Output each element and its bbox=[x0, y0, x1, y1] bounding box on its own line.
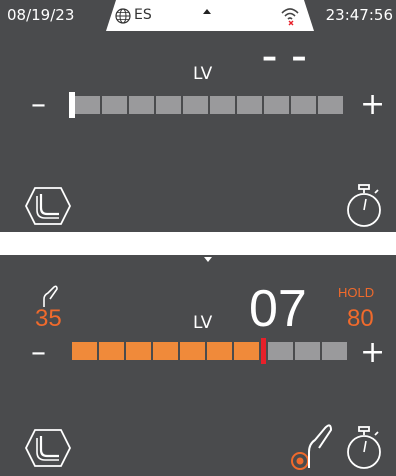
level-segment bbox=[75, 96, 100, 114]
level-segment bbox=[234, 342, 259, 360]
seat-recline-icon[interactable] bbox=[23, 426, 73, 470]
level-value: 07 bbox=[249, 280, 307, 338]
active-screen: 35 LV 07 HOLD 80 – + bbox=[0, 255, 396, 476]
level-label: LV bbox=[193, 64, 213, 84]
level-segment bbox=[126, 342, 151, 360]
stopwatch-icon[interactable] bbox=[344, 183, 384, 229]
increase-button[interactable]: + bbox=[360, 338, 385, 368]
level-segment bbox=[291, 96, 316, 114]
level-segment bbox=[268, 342, 293, 360]
level-segment bbox=[207, 342, 232, 360]
left-value: 35 bbox=[35, 305, 62, 332]
idle-screen: 08/19/23 ES 23:47:56 LV – – – + bbox=[0, 0, 396, 232]
level-bar[interactable] bbox=[72, 338, 347, 364]
level-segment bbox=[156, 96, 181, 114]
level-segment bbox=[99, 342, 124, 360]
level-segment bbox=[264, 96, 289, 114]
hold-label: HOLD bbox=[338, 285, 375, 300]
level-segment bbox=[72, 342, 97, 360]
decrease-button[interactable]: – bbox=[31, 338, 46, 368]
target-probe-icon[interactable] bbox=[287, 422, 335, 472]
globe-icon[interactable] bbox=[115, 8, 131, 24]
status-notch-right bbox=[304, 0, 314, 31]
stopwatch-icon[interactable] bbox=[344, 425, 384, 471]
seat-recline-icon[interactable] bbox=[23, 184, 73, 228]
increase-button[interactable]: + bbox=[360, 90, 385, 120]
level-segment bbox=[210, 96, 235, 114]
decrease-button[interactable]: – bbox=[31, 90, 46, 120]
level-segment bbox=[237, 96, 262, 114]
level-indicator bbox=[261, 338, 266, 364]
hold-value: 80 bbox=[347, 305, 374, 332]
language-label[interactable]: ES bbox=[134, 6, 152, 24]
status-date: 08/19/23 bbox=[0, 0, 106, 31]
level-value: – – bbox=[262, 40, 309, 75]
level-segment bbox=[102, 96, 127, 114]
level-segment bbox=[318, 96, 343, 114]
caret-up-icon[interactable] bbox=[203, 9, 211, 14]
level-label: LV bbox=[193, 313, 213, 333]
caret-down-icon[interactable] bbox=[204, 257, 212, 262]
status-time: 23:47:56 bbox=[314, 0, 396, 31]
level-segment bbox=[183, 96, 208, 114]
level-segment bbox=[129, 96, 154, 114]
wifi-off-icon bbox=[281, 8, 299, 26]
level-bar[interactable] bbox=[75, 96, 343, 114]
status-bar: 08/19/23 ES 23:47:56 bbox=[0, 0, 396, 31]
level-segment bbox=[295, 342, 320, 360]
level-segment bbox=[180, 342, 205, 360]
level-segment bbox=[322, 342, 347, 360]
level-segment bbox=[153, 342, 178, 360]
